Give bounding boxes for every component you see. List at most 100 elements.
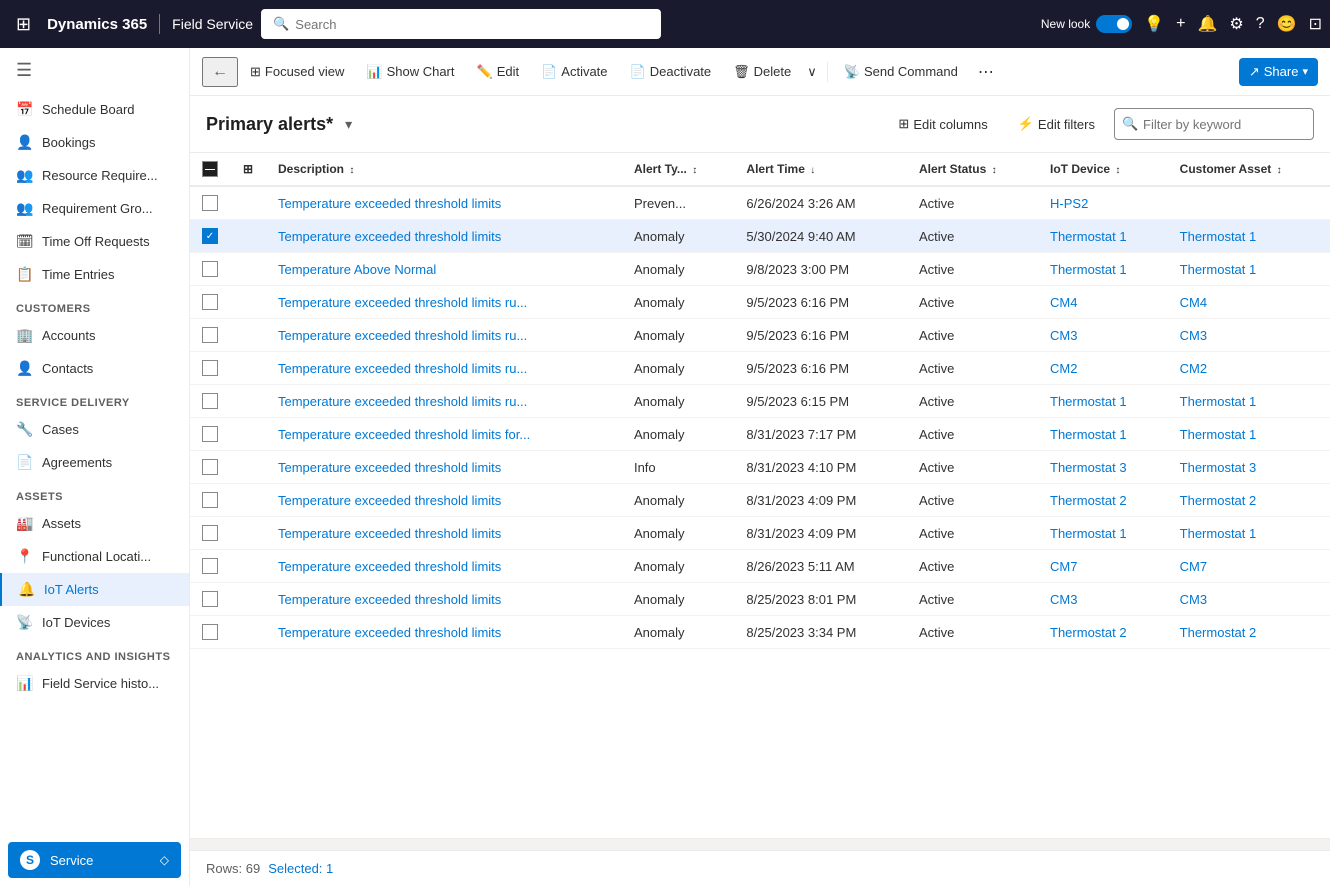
row-checkbox-cell[interactable] <box>190 517 230 550</box>
row-checkbox[interactable] <box>202 327 218 343</box>
description-link[interactable]: Temperature exceeded threshold limits ru… <box>278 361 527 376</box>
row-customer-asset-cell[interactable]: Thermostat 1 <box>1168 220 1330 253</box>
row-description-cell[interactable]: Temperature exceeded threshold limits <box>266 616 622 649</box>
edit-columns-button[interactable]: ⊞ Edit columns <box>887 110 998 138</box>
customer-asset-link[interactable]: Thermostat 1 <box>1180 262 1257 277</box>
horizontal-scrollbar[interactable] <box>190 838 1330 850</box>
customer-asset-link[interactable]: Thermostat 3 <box>1180 460 1257 475</box>
row-description-cell[interactable]: Temperature exceeded threshold limits ru… <box>266 319 622 352</box>
row-iot-device-cell[interactable]: Thermostat 1 <box>1038 253 1168 286</box>
sidebar-hamburger[interactable]: ☰ <box>0 48 189 93</box>
description-link[interactable]: Temperature exceeded threshold limits <box>278 229 501 244</box>
more-dropdown-button[interactable]: ∨ <box>803 58 821 86</box>
iot-device-header[interactable]: IoT Device ↕ <box>1038 153 1168 186</box>
customer-asset-link[interactable]: Thermostat 2 <box>1180 493 1257 508</box>
row-checkbox-cell[interactable] <box>190 418 230 451</box>
row-checkbox-cell[interactable] <box>190 550 230 583</box>
description-link[interactable]: Temperature exceeded threshold limits <box>278 625 501 640</box>
row-checkbox-cell[interactable] <box>190 484 230 517</box>
iot-device-link[interactable]: CM3 <box>1050 328 1077 343</box>
new-look-toggle[interactable]: New look <box>1041 15 1132 33</box>
focused-view-button[interactable]: ⊞ Focused view <box>240 58 354 86</box>
delete-button[interactable]: 🗑 Delete <box>723 58 801 86</box>
sidebar-item-bookings[interactable]: 👤 Bookings <box>0 126 189 159</box>
row-description-cell[interactable]: Temperature exceeded threshold limits fo… <box>266 418 622 451</box>
sidebar-item-requirement-gro[interactable]: 👥 Requirement Gro... <box>0 192 189 225</box>
customer-asset-link[interactable]: Thermostat 1 <box>1180 526 1257 541</box>
add-icon[interactable]: + <box>1176 15 1185 33</box>
customer-asset-header[interactable]: Customer Asset ↕ <box>1168 153 1330 186</box>
send-command-button[interactable]: 📡 Send Command <box>834 58 968 86</box>
sidebar-item-assets[interactable]: 🏭 Assets <box>0 507 189 540</box>
alert-time-header[interactable]: Alert Time ↓ <box>734 153 907 186</box>
sidebar-item-schedule-board[interactable]: 📅 Schedule Board <box>0 93 189 126</box>
iot-device-link[interactable]: CM4 <box>1050 295 1077 310</box>
description-link[interactable]: Temperature exceeded threshold limits <box>278 559 501 574</box>
description-link[interactable]: Temperature exceeded threshold limits <box>278 592 501 607</box>
row-checkbox-cell[interactable] <box>190 451 230 484</box>
iot-device-link[interactable]: Thermostat 1 <box>1050 427 1127 442</box>
row-checkbox-cell[interactable] <box>190 220 230 253</box>
row-iot-device-cell[interactable]: Thermostat 2 <box>1038 484 1168 517</box>
filter-input[interactable] <box>1114 108 1314 140</box>
row-checkbox[interactable] <box>202 228 218 244</box>
row-description-cell[interactable]: Temperature exceeded threshold limits <box>266 186 622 220</box>
alert-status-header[interactable]: Alert Status ↕ <box>907 153 1038 186</box>
row-checkbox-cell[interactable] <box>190 352 230 385</box>
row-checkbox-cell[interactable] <box>190 186 230 220</box>
sidebar-item-iot-devices[interactable]: 📡 IoT Devices <box>0 606 189 639</box>
row-iot-device-cell[interactable]: Thermostat 1 <box>1038 220 1168 253</box>
customer-asset-link[interactable]: CM4 <box>1180 295 1207 310</box>
description-link[interactable]: Temperature exceeded threshold limits ru… <box>278 295 527 310</box>
row-iot-device-cell[interactable]: CM7 <box>1038 550 1168 583</box>
row-description-cell[interactable]: Temperature Above Normal <box>266 253 622 286</box>
iot-device-link[interactable]: Thermostat 1 <box>1050 394 1127 409</box>
row-description-cell[interactable]: Temperature exceeded threshold limits <box>266 517 622 550</box>
row-description-cell[interactable]: Temperature exceeded threshold limits <box>266 484 622 517</box>
lightbulb-icon[interactable]: 💡 <box>1144 14 1164 34</box>
sidebar-item-agreements[interactable]: 📄 Agreements <box>0 446 189 479</box>
row-description-cell[interactable]: Temperature exceeded threshold limits <box>266 550 622 583</box>
row-iot-device-cell[interactable]: H-PS2 <box>1038 186 1168 220</box>
row-checkbox[interactable] <box>202 261 218 277</box>
row-iot-device-cell[interactable]: Thermostat 1 <box>1038 385 1168 418</box>
row-description-cell[interactable]: Temperature exceeded threshold limits <box>266 583 622 616</box>
row-checkbox[interactable] <box>202 294 218 310</box>
row-checkbox-cell[interactable] <box>190 286 230 319</box>
title-dropdown-button[interactable]: ▾ <box>345 116 352 133</box>
row-checkbox[interactable] <box>202 459 218 475</box>
iot-device-link[interactable]: CM7 <box>1050 559 1077 574</box>
iot-device-link[interactable]: Thermostat 2 <box>1050 493 1127 508</box>
sidebar-item-accounts[interactable]: 🏢 Accounts <box>0 319 189 352</box>
row-customer-asset-cell[interactable]: CM7 <box>1168 550 1330 583</box>
row-customer-asset-cell[interactable]: CM3 <box>1168 583 1330 616</box>
row-customer-asset-cell[interactable]: Thermostat 1 <box>1168 418 1330 451</box>
row-iot-device-cell[interactable]: Thermostat 1 <box>1038 517 1168 550</box>
row-iot-device-cell[interactable]: CM2 <box>1038 352 1168 385</box>
waffle-icon[interactable]: ⊞ <box>8 6 39 43</box>
iot-device-link[interactable]: H-PS2 <box>1050 196 1088 211</box>
row-customer-asset-cell[interactable]: Thermostat 2 <box>1168 616 1330 649</box>
iot-device-link[interactable]: Thermostat 3 <box>1050 460 1127 475</box>
iot-device-link[interactable]: Thermostat 1 <box>1050 229 1127 244</box>
row-customer-asset-cell[interactable]: Thermostat 1 <box>1168 385 1330 418</box>
sidebar-item-cases[interactable]: 🔧 Cases <box>0 413 189 446</box>
description-link[interactable]: Temperature exceeded threshold limits <box>278 493 501 508</box>
row-checkbox-cell[interactable] <box>190 319 230 352</box>
row-iot-device-cell[interactable]: Thermostat 2 <box>1038 616 1168 649</box>
more-options-button[interactable]: ⋯ <box>970 56 1002 88</box>
row-customer-asset-cell[interactable]: Thermostat 3 <box>1168 451 1330 484</box>
row-customer-asset-cell[interactable]: CM3 <box>1168 319 1330 352</box>
customer-asset-link[interactable]: CM2 <box>1180 361 1207 376</box>
sidebar-item-iot-alerts[interactable]: 🔔 IoT Alerts <box>0 573 189 606</box>
customer-asset-link[interactable]: CM3 <box>1180 328 1207 343</box>
edit-filters-button[interactable]: ⚡ Edit filters <box>1007 110 1106 138</box>
row-checkbox[interactable] <box>202 591 218 607</box>
alert-type-header[interactable]: Alert Ty... ↕ <box>622 153 734 186</box>
row-description-cell[interactable]: Temperature exceeded threshold limits ru… <box>266 352 622 385</box>
sidebar-item-functional-locati[interactable]: 📍 Functional Locati... <box>0 540 189 573</box>
deactivate-button[interactable]: 📄 Deactivate <box>620 58 722 86</box>
row-checkbox[interactable] <box>202 393 218 409</box>
row-iot-device-cell[interactable]: CM4 <box>1038 286 1168 319</box>
sidebar-item-time-entries[interactable]: 📋 Time Entries <box>0 258 189 291</box>
